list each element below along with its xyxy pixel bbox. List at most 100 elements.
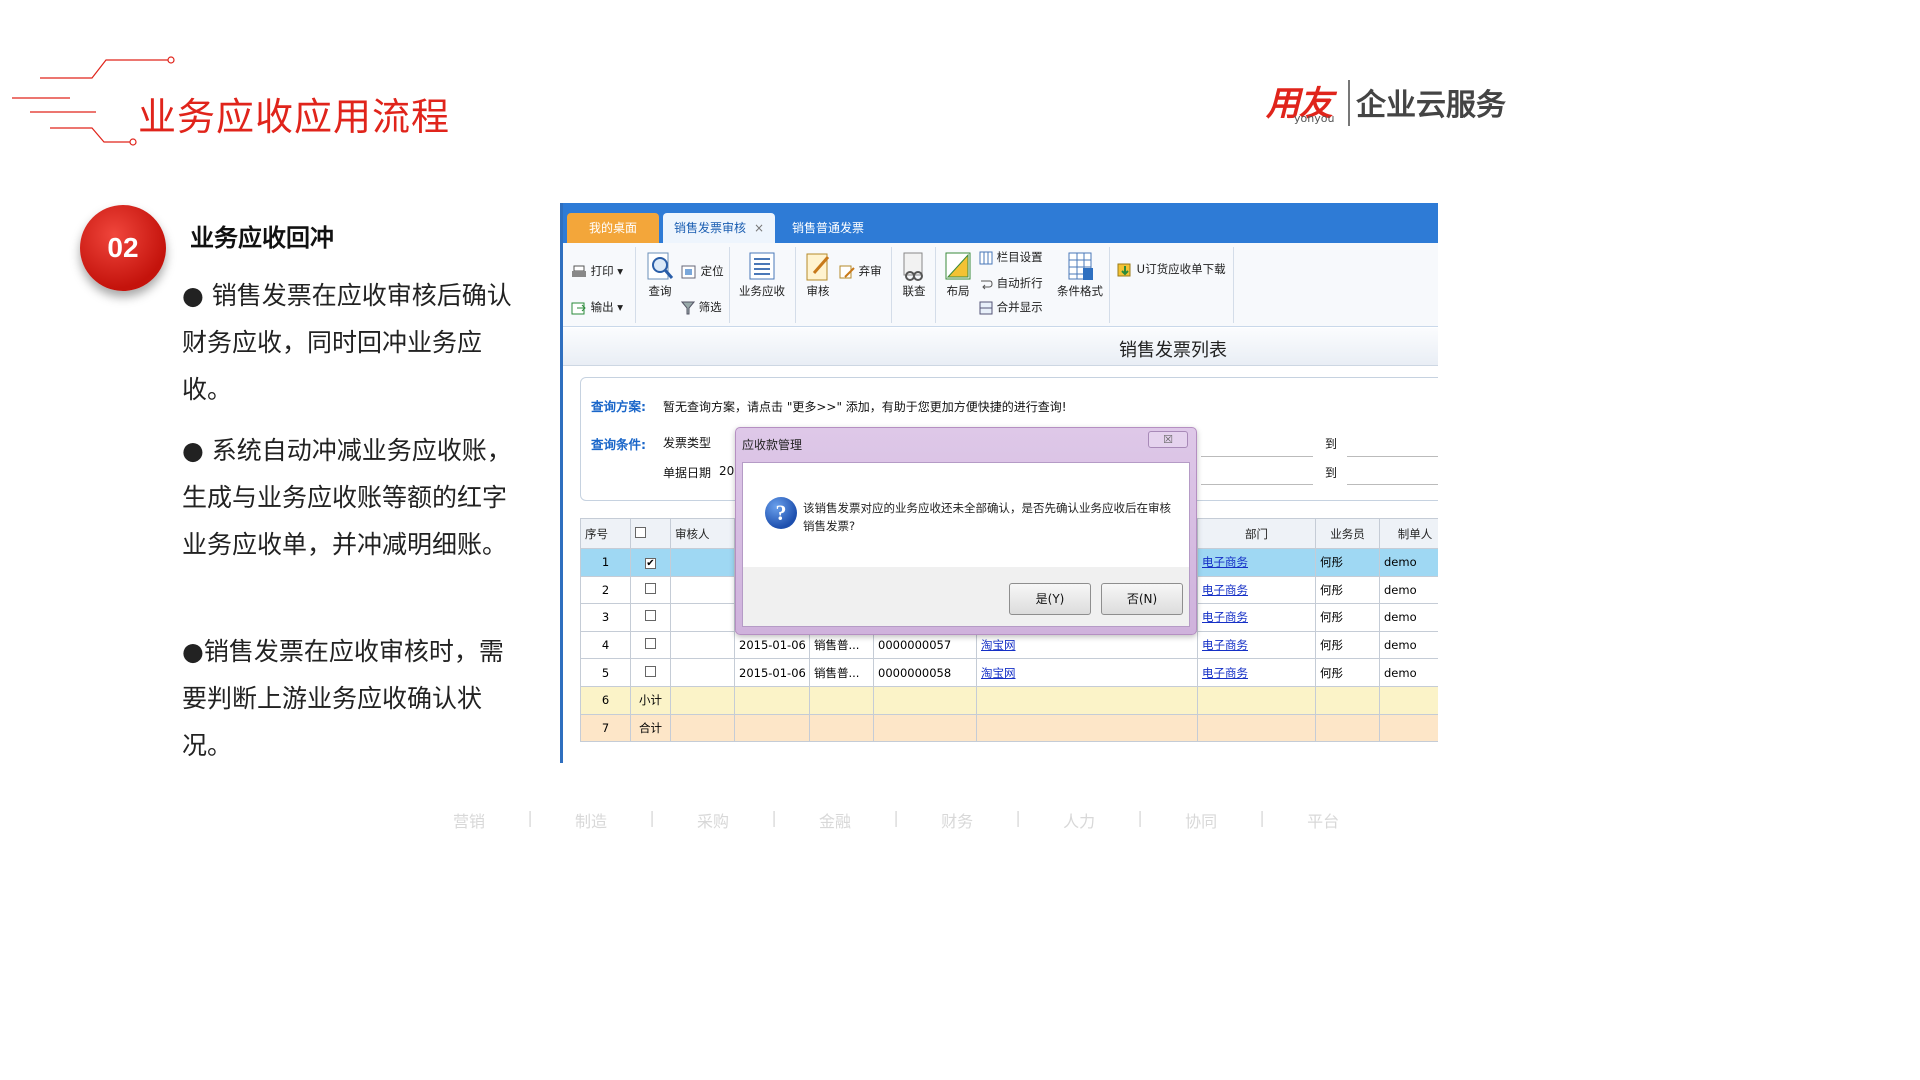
department-link[interactable]: 电子商务 (1202, 638, 1248, 652)
footer-item: 平台 (1307, 812, 1340, 831)
column-settings-label: 栏目设置 (996, 250, 1043, 264)
department-link[interactable]: 电子商务 (1202, 610, 1248, 624)
footer-separator: | (893, 808, 899, 827)
app-window: 我的桌面 销售发票审核 × 销售普通发票 打印 ▾ 输出 ▾ 查询 定位 筛选 (560, 203, 1438, 763)
yes-button[interactable]: 是(Y) (1009, 583, 1091, 615)
query-scheme-text: 暂无查询方案，请点击 "更多>>" 添加，有助于您更加方便快捷的进行查询! (663, 400, 1067, 414)
close-icon[interactable]: ☒ (1148, 431, 1188, 448)
department-link[interactable]: 电子商务 (1202, 666, 1248, 680)
customer-link[interactable]: 淘宝网 (981, 638, 1016, 652)
query-scheme-label: 查询方案: (591, 399, 646, 414)
query-button[interactable]: 查询 (645, 251, 675, 299)
condition-format-icon (1068, 252, 1093, 280)
invoice-type-to-input[interactable] (1201, 456, 1313, 457)
audit-label: 审核 (806, 284, 830, 298)
section-number-badge: 02 (80, 205, 166, 291)
u-order-download-label: U订货应收单下载 (1136, 262, 1226, 276)
row-checkbox[interactable] (630, 658, 671, 687)
query-label: 查询 (648, 284, 672, 298)
audit-button[interactable]: 审核 (803, 251, 833, 299)
customer-link[interactable]: 淘宝网 (981, 666, 1016, 680)
row-checkbox[interactable]: ✔ (630, 548, 671, 577)
tab-sales-invoice-audit[interactable]: 销售发票审核 × (663, 213, 775, 243)
link-query-button[interactable]: 联查 (899, 251, 929, 299)
cell-staff: 何彤 (1315, 548, 1380, 577)
layout-label: 布局 (946, 284, 970, 298)
col-header[interactable]: 序号 (580, 518, 631, 549)
checkbox-checked[interactable]: ✔ (645, 558, 656, 570)
col-header[interactable]: 制单人 (1379, 518, 1438, 549)
department-link[interactable]: 电子商务 (1202, 583, 1248, 597)
footer-separator: | (527, 808, 533, 827)
dialog-body: ? 该销售发票对应的业务应收还未全部确认，是否先确认业务应收后在审核销售发票? … (742, 462, 1190, 627)
cell-staff: 何彤 (1315, 658, 1380, 687)
close-icon[interactable]: × (754, 221, 764, 235)
download-icon (1117, 263, 1131, 276)
col-header[interactable]: 审核人 (670, 518, 735, 549)
footer-separator: | (1137, 808, 1143, 827)
row-number: 5 (580, 658, 631, 687)
magnifier-icon (647, 252, 674, 280)
total-row: 7 合计 (580, 713, 1438, 743)
locate-button[interactable]: 定位 (681, 263, 724, 279)
dialog-footer: 是(Y) 否(N) (743, 567, 1189, 626)
row-number: 3 (580, 603, 631, 632)
export-button[interactable]: 输出 ▾ (571, 299, 623, 315)
cell-staff: 何彤 (1315, 603, 1380, 632)
col-header[interactable]: 业务员 (1315, 518, 1380, 549)
footer-separator: | (649, 808, 655, 827)
condition-format-button[interactable]: 条件格式 (1057, 251, 1103, 299)
tab-label: 我的桌面 (588, 221, 637, 235)
business-receivable-label: 业务应收 (739, 284, 785, 298)
cell-maker: demo (1379, 658, 1438, 687)
footer-item: 协同 (1185, 812, 1218, 831)
page-title: 业务应收应用流程 (138, 95, 451, 139)
cell-maker: demo (1379, 548, 1438, 577)
doc-date-to-input[interactable] (1201, 484, 1313, 485)
footer-item: 财务 (941, 812, 974, 831)
business-receivable-button[interactable]: 业务应收 (737, 251, 787, 299)
divider (891, 247, 892, 323)
row-checkbox[interactable] (630, 575, 671, 605)
department-link[interactable]: 电子商务 (1202, 555, 1248, 569)
cell-maker: demo (1379, 603, 1438, 632)
logo-divider (1348, 80, 1350, 126)
cell-maker: demo (1379, 575, 1438, 605)
footer-item: 制造 (575, 812, 608, 831)
auto-wrap-button[interactable]: 自动折行 (979, 275, 1043, 291)
u-order-download-button[interactable]: U订货应收单下载 (1117, 261, 1226, 278)
cell-type: 销售普... (809, 630, 874, 660)
list-icon (749, 252, 775, 280)
column-settings-button[interactable]: 栏目设置 (979, 249, 1043, 265)
dialog-message: 该销售发票对应的业务应收还未全部确认，是否先确认业务应收后在审核销售发票? (803, 501, 1171, 533)
wrap-icon (981, 280, 993, 289)
row-checkbox[interactable] (630, 603, 671, 632)
invoice-type-end-input[interactable] (1347, 456, 1438, 457)
print-button[interactable]: 打印 ▾ (571, 263, 623, 279)
row-checkbox[interactable] (630, 630, 671, 660)
tab-my-desktop[interactable]: 我的桌面 (567, 213, 659, 243)
layout-button[interactable]: 布局 (943, 251, 973, 299)
row-number: 4 (580, 630, 631, 660)
abandon-audit-button[interactable]: 弃审 (839, 263, 882, 279)
tab-label: 销售发票审核 (673, 221, 746, 235)
no-button[interactable]: 否(N) (1101, 583, 1183, 615)
divider (1109, 247, 1110, 323)
divider (935, 247, 936, 323)
table-row[interactable]: 5 2015-01-06 销售普... 0000000058 淘宝网 电子商务 何彤… (580, 658, 1438, 687)
select-all-checkbox[interactable] (630, 518, 671, 549)
col-header[interactable]: 部门 (1197, 518, 1316, 549)
filter-button[interactable]: 筛选 (681, 299, 722, 315)
locate-icon (681, 265, 696, 278)
doc-date-end-input[interactable] (1347, 484, 1438, 485)
columns-icon (979, 251, 993, 264)
divider (635, 247, 636, 323)
layout-icon (945, 252, 971, 280)
table-row[interactable]: 4 2015-01-06 销售普... 0000000057 淘宝网 电子商务 何彤… (580, 630, 1438, 660)
footer-item: 金融 (819, 812, 852, 831)
bullet-paragraph-1: ● 销售发票在应收审核后确认财务应收，同时回冲业务应收。 (182, 281, 512, 404)
merge-display-button[interactable]: 合并显示 (979, 299, 1043, 315)
footer-item: 人力 (1063, 812, 1096, 831)
cell-date: 2015-01-06 (734, 630, 810, 660)
tab-sales-normal-invoice[interactable]: 销售普通发票 (779, 213, 877, 243)
